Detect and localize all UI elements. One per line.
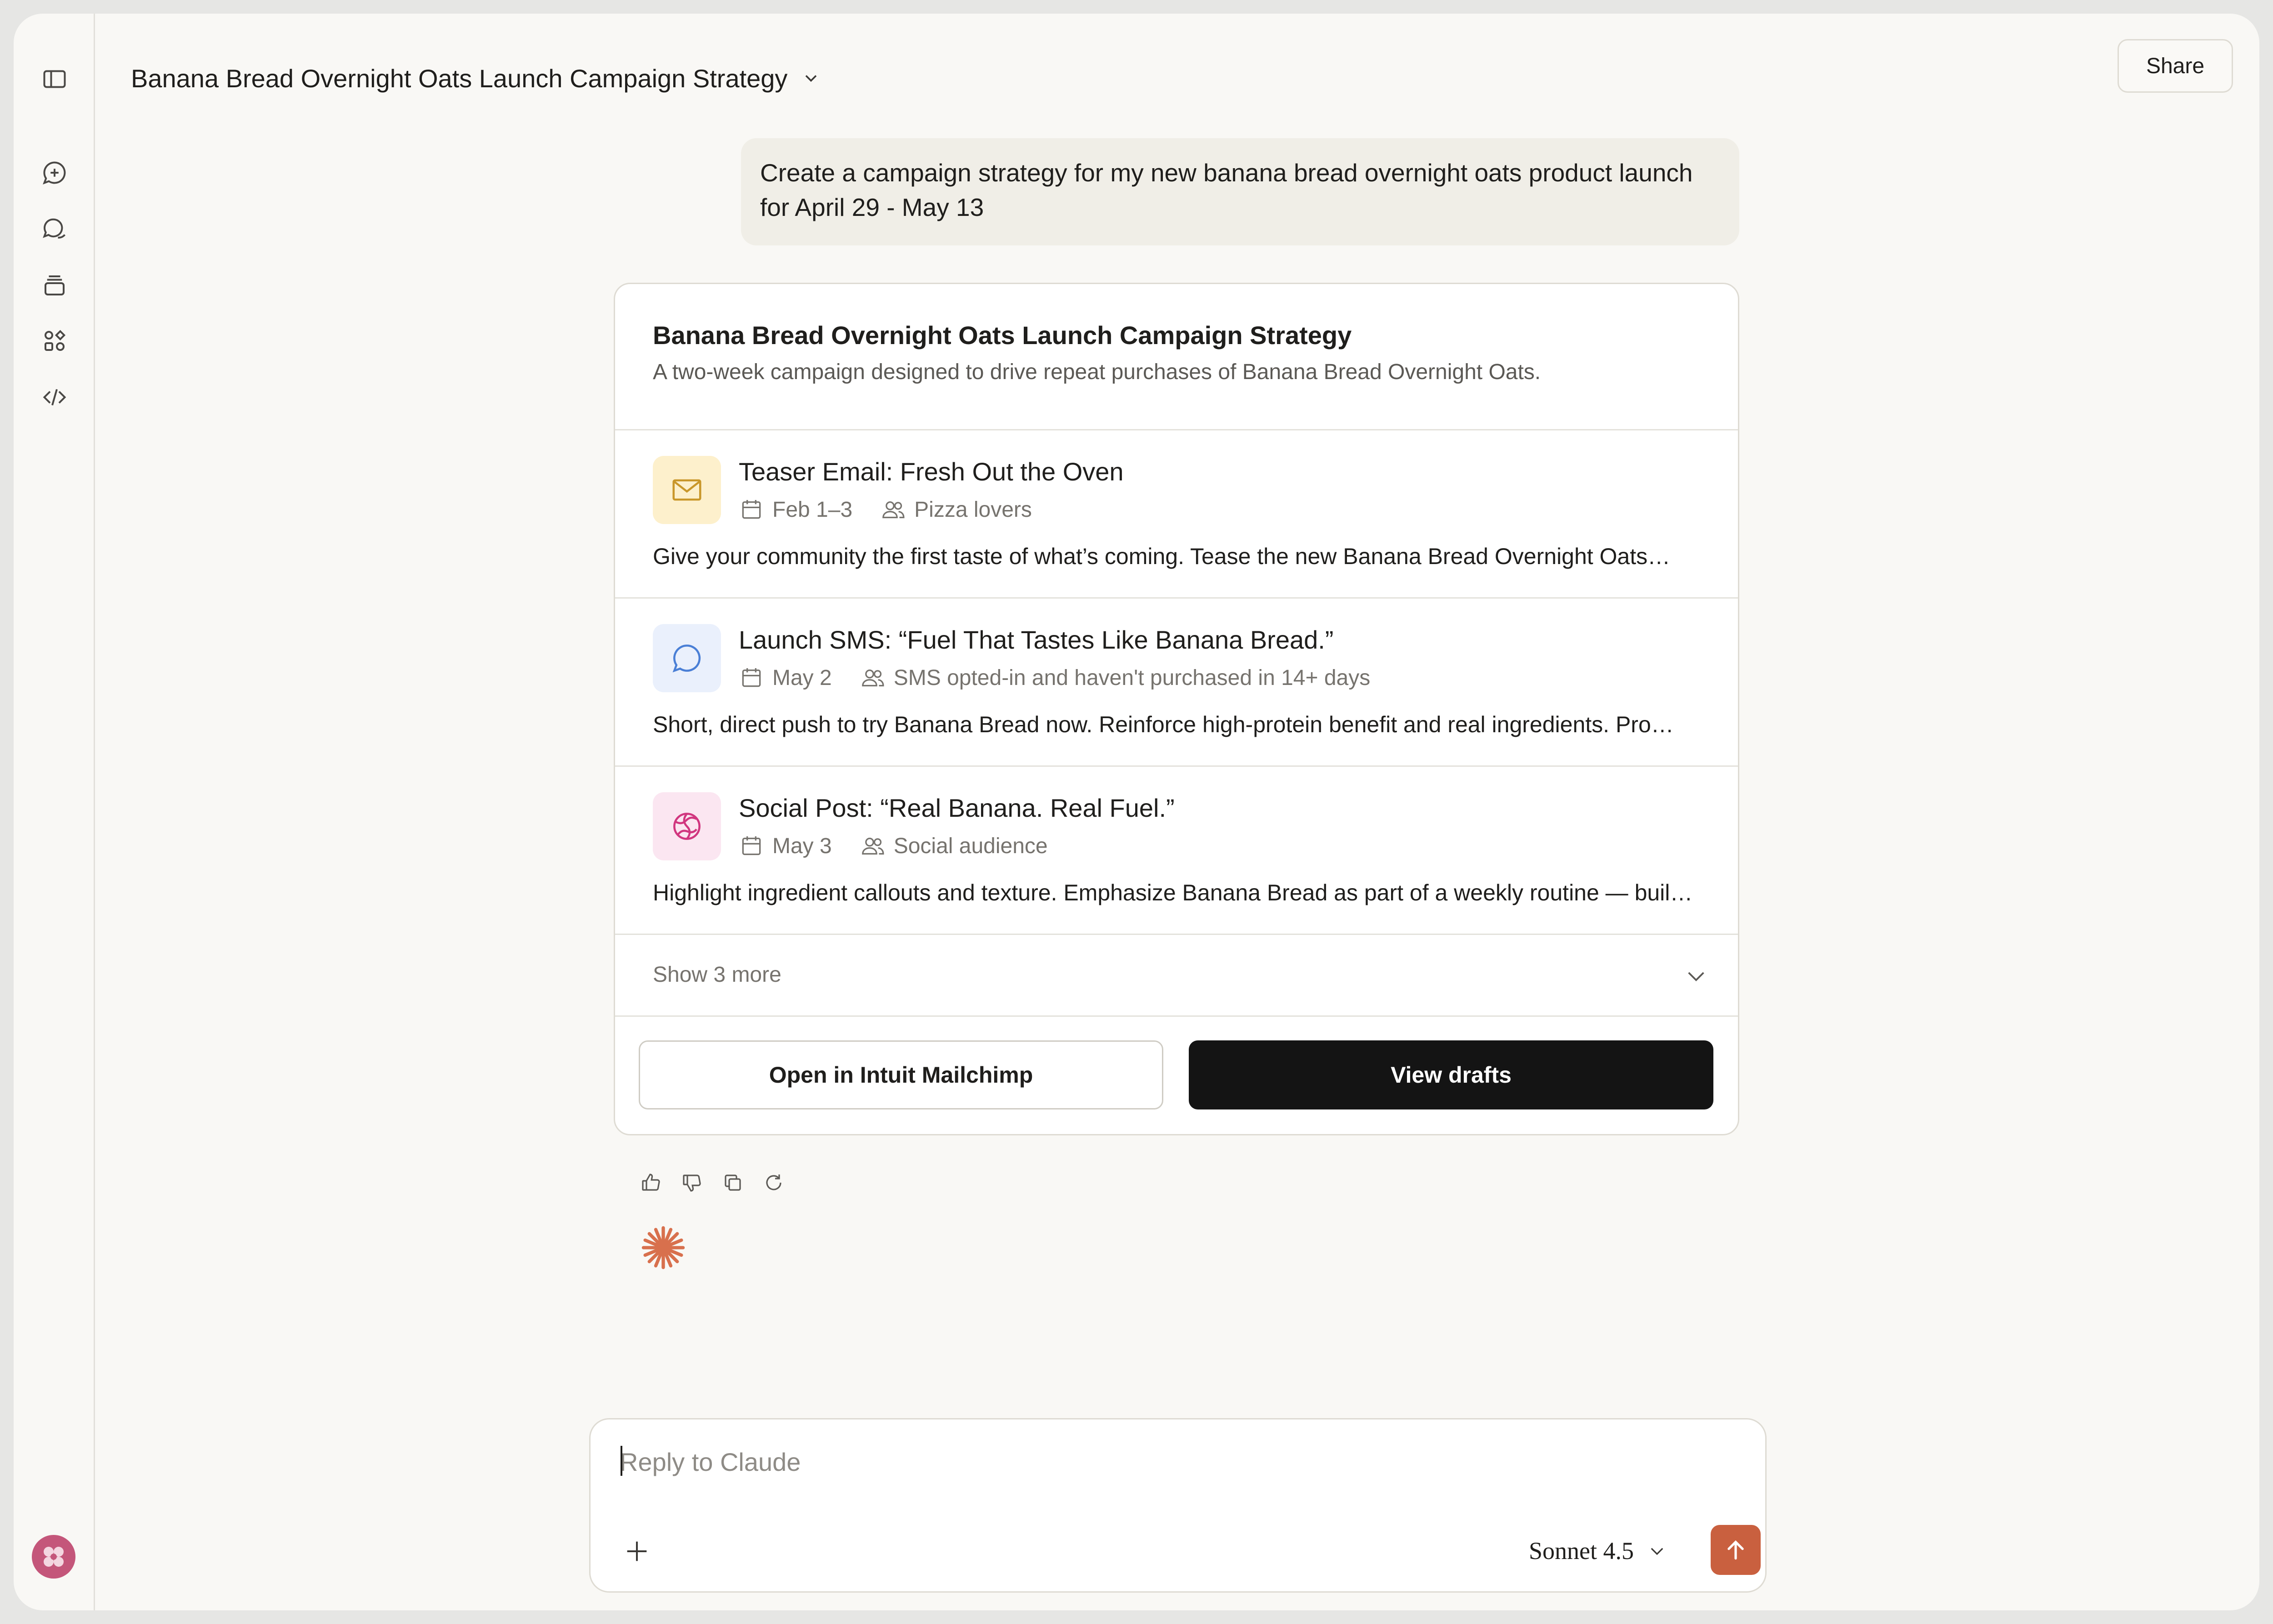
retry-button[interactable] [763, 1172, 785, 1194]
item-icon-box [653, 456, 721, 524]
audience-icon [861, 670, 884, 687]
item-description: Short, direct push to try Banana Bread n… [653, 712, 1674, 737]
composer: Sonnet 4.5 [589, 1418, 1767, 1593]
item-icon-box [653, 624, 721, 692]
thumbs-down-button[interactable] [681, 1172, 703, 1194]
mail-icon [672, 479, 701, 501]
share-button[interactable]: Share [2118, 39, 2233, 93]
artifacts-button[interactable] [40, 326, 69, 355]
globe-icon [673, 813, 701, 840]
show-more-toggle[interactable]: Show 3 more [615, 935, 1738, 1017]
item-title: Launch SMS: “Fuel That Tastes Like Banan… [739, 625, 1334, 654]
calendar-icon [742, 836, 761, 855]
show-more-label: Show 3 more [653, 963, 781, 987]
item-description: Give your community the first taste of w… [653, 544, 1671, 569]
arrow-up-icon [1727, 1540, 1744, 1560]
plus-icon [627, 1541, 647, 1561]
chevron-down-icon [1651, 1548, 1663, 1555]
item-title: Teaser Email: Fresh Out the Oven [739, 457, 1124, 486]
new-chat-icon [43, 161, 66, 185]
campaign-item-social[interactable]: Social Post: “Real Banana. Real Fuel.” M… [615, 767, 1738, 935]
avatar[interactable] [32, 1535, 75, 1579]
item-meta: May 2 SMS opted-in and haven't purchased… [739, 663, 1370, 692]
campaign-card-header: Banana Bread Overnight Oats Launch Campa… [615, 284, 1738, 430]
model-selector[interactable]: Sonnet 4.5 [1529, 1531, 1667, 1570]
thumbs-up-button[interactable] [640, 1172, 662, 1194]
reply-input[interactable] [619, 1443, 1712, 1480]
code-icon [43, 389, 66, 406]
copy-button[interactable] [722, 1172, 744, 1194]
thumbs-up-icon [642, 1174, 660, 1191]
item-meta: Feb 1–3 Pizza lovers [739, 495, 1032, 524]
refresh-icon [766, 1174, 781, 1190]
model-name: Sonnet 4.5 [1529, 1537, 1634, 1564]
item-meta: May 3 Social audience [739, 831, 1048, 860]
copy-icon [725, 1174, 741, 1191]
send-button[interactable] [1711, 1525, 1761, 1575]
claude-spark-icon [641, 1226, 685, 1269]
audience-icon [861, 838, 884, 855]
avatar-pattern-icon [44, 1547, 64, 1567]
item-date: May 2 [772, 665, 832, 690]
calendar-icon [742, 668, 761, 687]
user-message: Create a campaign strategy for my new ba… [741, 138, 1739, 245]
text-caret [621, 1446, 622, 1476]
campaign-item-sms[interactable]: Launch SMS: “Fuel That Tastes Like Banan… [615, 599, 1738, 767]
sidebar-toggle-icon [43, 70, 66, 88]
sidebar-toggle-button[interactable] [40, 65, 69, 94]
campaign-title: Banana Bread Overnight Oats Launch Campa… [653, 321, 1352, 350]
thumbs-down-icon [683, 1174, 701, 1192]
chats-button[interactable] [40, 215, 69, 244]
chat-bubble-icon [672, 645, 701, 673]
app-window: Banana Bread Overnight Oats Launch Campa… [14, 14, 2259, 1610]
item-audience: Social audience [893, 834, 1048, 858]
calendar-icon [742, 500, 761, 519]
new-chat-button[interactable] [40, 158, 69, 187]
artifacts-icon [45, 330, 66, 351]
chats-icon [43, 218, 66, 239]
item-audience: Pizza lovers [914, 497, 1032, 522]
projects-icon [45, 275, 65, 295]
chevron-down-icon [1688, 972, 1704, 981]
audience-icon [882, 501, 905, 519]
conversation-title[interactable]: Banana Bread Overnight Oats Launch Campa… [131, 61, 821, 95]
campaign-subtitle: A two-week campaign designed to drive re… [653, 360, 1541, 384]
item-title: Social Post: “Real Banana. Real Fuel.” [739, 794, 1175, 822]
add-attachment-button[interactable] [622, 1537, 651, 1566]
code-button[interactable] [40, 383, 69, 412]
sidebar [14, 14, 95, 1610]
item-audience: SMS opted-in and haven't purchased in 14… [893, 665, 1371, 690]
item-date: May 3 [772, 834, 832, 858]
chevron-down-icon [806, 75, 817, 82]
item-icon-box [653, 792, 721, 860]
projects-button[interactable] [40, 271, 69, 300]
item-description: Highlight ingredient callouts and textur… [653, 880, 1693, 905]
view-drafts-button[interactable]: View drafts [1189, 1040, 1713, 1109]
campaign-item-email[interactable]: Teaser Email: Fresh Out the Oven Feb 1–3… [615, 430, 1738, 599]
open-in-mailchimp-button[interactable]: Open in Intuit Mailchimp [639, 1040, 1163, 1109]
item-date: Feb 1–3 [772, 497, 853, 522]
campaign-card: Banana Bread Overnight Oats Launch Campa… [614, 283, 1739, 1135]
message-actions [640, 1172, 785, 1194]
conversation-title-text: Banana Bread Overnight Oats Launch Campa… [131, 64, 788, 93]
